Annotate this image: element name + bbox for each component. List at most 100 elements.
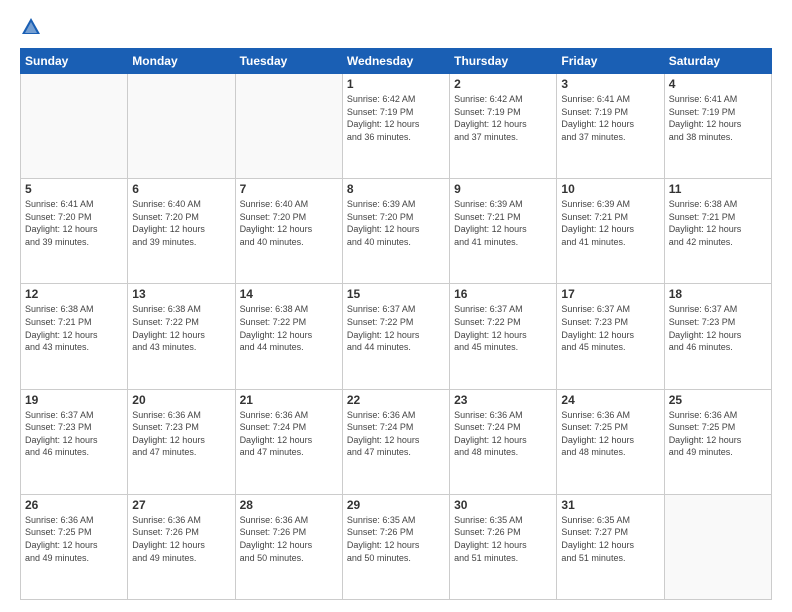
day-info: Sunrise: 6:35 AM Sunset: 7:27 PM Dayligh… <box>561 514 659 564</box>
calendar-cell <box>664 494 771 599</box>
day-info: Sunrise: 6:38 AM Sunset: 7:22 PM Dayligh… <box>132 303 230 353</box>
calendar-cell <box>235 74 342 179</box>
calendar-cell: 25 Sunrise: 6:36 AM Sunset: 7:25 PM Dayli… <box>664 389 771 494</box>
calendar-cell: 1Sunrise: 6:42 AM Sunset: 7:19 PM Daylig… <box>342 74 449 179</box>
day-number: 30 <box>454 498 552 512</box>
calendar-cell: 21 Sunrise: 6:36 AM Sunset: 7:24 PM Dayli… <box>235 389 342 494</box>
day-number: 12 <box>25 287 123 301</box>
day-info: Sunrise: 6:37 AM Sunset: 7:22 PM Dayligh… <box>347 303 445 353</box>
calendar-cell: 8 Sunrise: 6:39 AM Sunset: 7:20 PM Daylig… <box>342 179 449 284</box>
day-number: 31 <box>561 498 659 512</box>
day-number: 13 <box>132 287 230 301</box>
day-info: Sunrise: 6:37 AM Sunset: 7:23 PM Dayligh… <box>25 409 123 459</box>
calendar-cell: 6 Sunrise: 6:40 AM Sunset: 7:20 PM Daylig… <box>128 179 235 284</box>
day-number: 10 <box>561 182 659 196</box>
day-number: 22 <box>347 393 445 407</box>
day-number: 3 <box>561 77 659 91</box>
day-number: 16 <box>454 287 552 301</box>
day-info: Sunrise: 6:37 AM Sunset: 7:23 PM Dayligh… <box>669 303 767 353</box>
logo-area <box>20 16 50 38</box>
day-number: 20 <box>132 393 230 407</box>
day-number: 23 <box>454 393 552 407</box>
day-number: 25 <box>669 393 767 407</box>
calendar-cell: 12Sunrise: 6:38 AM Sunset: 7:21 PM Dayli… <box>21 284 128 389</box>
calendar-cell: 31 Sunrise: 6:35 AM Sunset: 7:27 PM Dayli… <box>557 494 664 599</box>
day-number: 21 <box>240 393 338 407</box>
calendar-week-4: 19Sunrise: 6:37 AM Sunset: 7:23 PM Dayli… <box>21 389 772 494</box>
day-info: Sunrise: 6:39 AM Sunset: 7:21 PM Dayligh… <box>454 198 552 248</box>
day-info: Sunrise: 6:36 AM Sunset: 7:26 PM Dayligh… <box>132 514 230 564</box>
calendar-cell: 2 Sunrise: 6:42 AM Sunset: 7:19 PM Daylig… <box>450 74 557 179</box>
page: Sunday Monday Tuesday Wednesday Thursday… <box>0 0 792 612</box>
calendar-table: Sunday Monday Tuesday Wednesday Thursday… <box>20 48 772 600</box>
day-number: 28 <box>240 498 338 512</box>
day-number: 18 <box>669 287 767 301</box>
day-info: Sunrise: 6:38 AM Sunset: 7:22 PM Dayligh… <box>240 303 338 353</box>
day-number: 9 <box>454 182 552 196</box>
day-number: 15 <box>347 287 445 301</box>
calendar-cell: 4Sunrise: 6:41 AM Sunset: 7:19 PM Daylig… <box>664 74 771 179</box>
day-info: Sunrise: 6:35 AM Sunset: 7:26 PM Dayligh… <box>347 514 445 564</box>
calendar-cell: 20 Sunrise: 6:36 AM Sunset: 7:23 PM Dayli… <box>128 389 235 494</box>
day-info: Sunrise: 6:37 AM Sunset: 7:22 PM Dayligh… <box>454 303 552 353</box>
day-number: 6 <box>132 182 230 196</box>
col-tuesday: Tuesday <box>235 49 342 74</box>
calendar-cell: 13 Sunrise: 6:38 AM Sunset: 7:22 PM Dayli… <box>128 284 235 389</box>
day-info: Sunrise: 6:41 AM Sunset: 7:19 PM Dayligh… <box>561 93 659 143</box>
calendar-week-3: 12Sunrise: 6:38 AM Sunset: 7:21 PM Dayli… <box>21 284 772 389</box>
calendar-cell: 28 Sunrise: 6:36 AM Sunset: 7:26 PM Dayli… <box>235 494 342 599</box>
day-number: 11 <box>669 182 767 196</box>
day-number: 8 <box>347 182 445 196</box>
calendar-cell: 18 Sunrise: 6:37 AM Sunset: 7:23 PM Dayli… <box>664 284 771 389</box>
day-number: 17 <box>561 287 659 301</box>
col-saturday: Saturday <box>664 49 771 74</box>
day-info: Sunrise: 6:36 AM Sunset: 7:25 PM Dayligh… <box>25 514 123 564</box>
calendar-cell: 22Sunrise: 6:36 AM Sunset: 7:24 PM Dayli… <box>342 389 449 494</box>
calendar-cell: 19Sunrise: 6:37 AM Sunset: 7:23 PM Dayli… <box>21 389 128 494</box>
day-number: 5 <box>25 182 123 196</box>
day-number: 24 <box>561 393 659 407</box>
col-monday: Monday <box>128 49 235 74</box>
day-info: Sunrise: 6:36 AM Sunset: 7:23 PM Dayligh… <box>132 409 230 459</box>
day-info: Sunrise: 6:36 AM Sunset: 7:26 PM Dayligh… <box>240 514 338 564</box>
calendar-cell: 11 Sunrise: 6:38 AM Sunset: 7:21 PM Dayli… <box>664 179 771 284</box>
day-info: Sunrise: 6:40 AM Sunset: 7:20 PM Dayligh… <box>240 198 338 248</box>
calendar-cell: 9 Sunrise: 6:39 AM Sunset: 7:21 PM Daylig… <box>450 179 557 284</box>
day-number: 7 <box>240 182 338 196</box>
day-info: Sunrise: 6:35 AM Sunset: 7:26 PM Dayligh… <box>454 514 552 564</box>
day-info: Sunrise: 6:36 AM Sunset: 7:25 PM Dayligh… <box>669 409 767 459</box>
calendar-cell <box>128 74 235 179</box>
calendar-cell: 14 Sunrise: 6:38 AM Sunset: 7:22 PM Dayli… <box>235 284 342 389</box>
calendar-cell: 29Sunrise: 6:35 AM Sunset: 7:26 PM Dayli… <box>342 494 449 599</box>
day-info: Sunrise: 6:38 AM Sunset: 7:21 PM Dayligh… <box>669 198 767 248</box>
calendar-cell: 7 Sunrise: 6:40 AM Sunset: 7:20 PM Daylig… <box>235 179 342 284</box>
col-sunday: Sunday <box>21 49 128 74</box>
day-info: Sunrise: 6:42 AM Sunset: 7:19 PM Dayligh… <box>454 93 552 143</box>
calendar-cell: 27Sunrise: 6:36 AM Sunset: 7:26 PM Dayli… <box>128 494 235 599</box>
day-info: Sunrise: 6:39 AM Sunset: 7:21 PM Dayligh… <box>561 198 659 248</box>
day-info: Sunrise: 6:40 AM Sunset: 7:20 PM Dayligh… <box>132 198 230 248</box>
calendar-cell: 17 Sunrise: 6:37 AM Sunset: 7:23 PM Dayli… <box>557 284 664 389</box>
col-friday: Friday <box>557 49 664 74</box>
day-info: Sunrise: 6:42 AM Sunset: 7:19 PM Dayligh… <box>347 93 445 143</box>
calendar-cell: 23 Sunrise: 6:36 AM Sunset: 7:24 PM Dayli… <box>450 389 557 494</box>
day-info: Sunrise: 6:36 AM Sunset: 7:24 PM Dayligh… <box>240 409 338 459</box>
calendar-week-2: 5 Sunrise: 6:41 AM Sunset: 7:20 PM Daylig… <box>21 179 772 284</box>
calendar-cell: 26 Sunrise: 6:36 AM Sunset: 7:25 PM Dayli… <box>21 494 128 599</box>
calendar-cell: 3 Sunrise: 6:41 AM Sunset: 7:19 PM Daylig… <box>557 74 664 179</box>
day-info: Sunrise: 6:36 AM Sunset: 7:24 PM Dayligh… <box>454 409 552 459</box>
day-info: Sunrise: 6:41 AM Sunset: 7:19 PM Dayligh… <box>669 93 767 143</box>
logo-icon <box>20 16 42 38</box>
calendar-header-row: Sunday Monday Tuesday Wednesday Thursday… <box>21 49 772 74</box>
logo <box>20 16 50 38</box>
calendar-cell: 30 Sunrise: 6:35 AM Sunset: 7:26 PM Dayli… <box>450 494 557 599</box>
calendar-week-5: 26 Sunrise: 6:36 AM Sunset: 7:25 PM Dayli… <box>21 494 772 599</box>
calendar-cell: 24Sunrise: 6:36 AM Sunset: 7:25 PM Dayli… <box>557 389 664 494</box>
day-number: 2 <box>454 77 552 91</box>
day-number: 26 <box>25 498 123 512</box>
calendar-cell <box>21 74 128 179</box>
day-info: Sunrise: 6:41 AM Sunset: 7:20 PM Dayligh… <box>25 198 123 248</box>
day-info: Sunrise: 6:37 AM Sunset: 7:23 PM Dayligh… <box>561 303 659 353</box>
day-number: 14 <box>240 287 338 301</box>
day-info: Sunrise: 6:39 AM Sunset: 7:20 PM Dayligh… <box>347 198 445 248</box>
